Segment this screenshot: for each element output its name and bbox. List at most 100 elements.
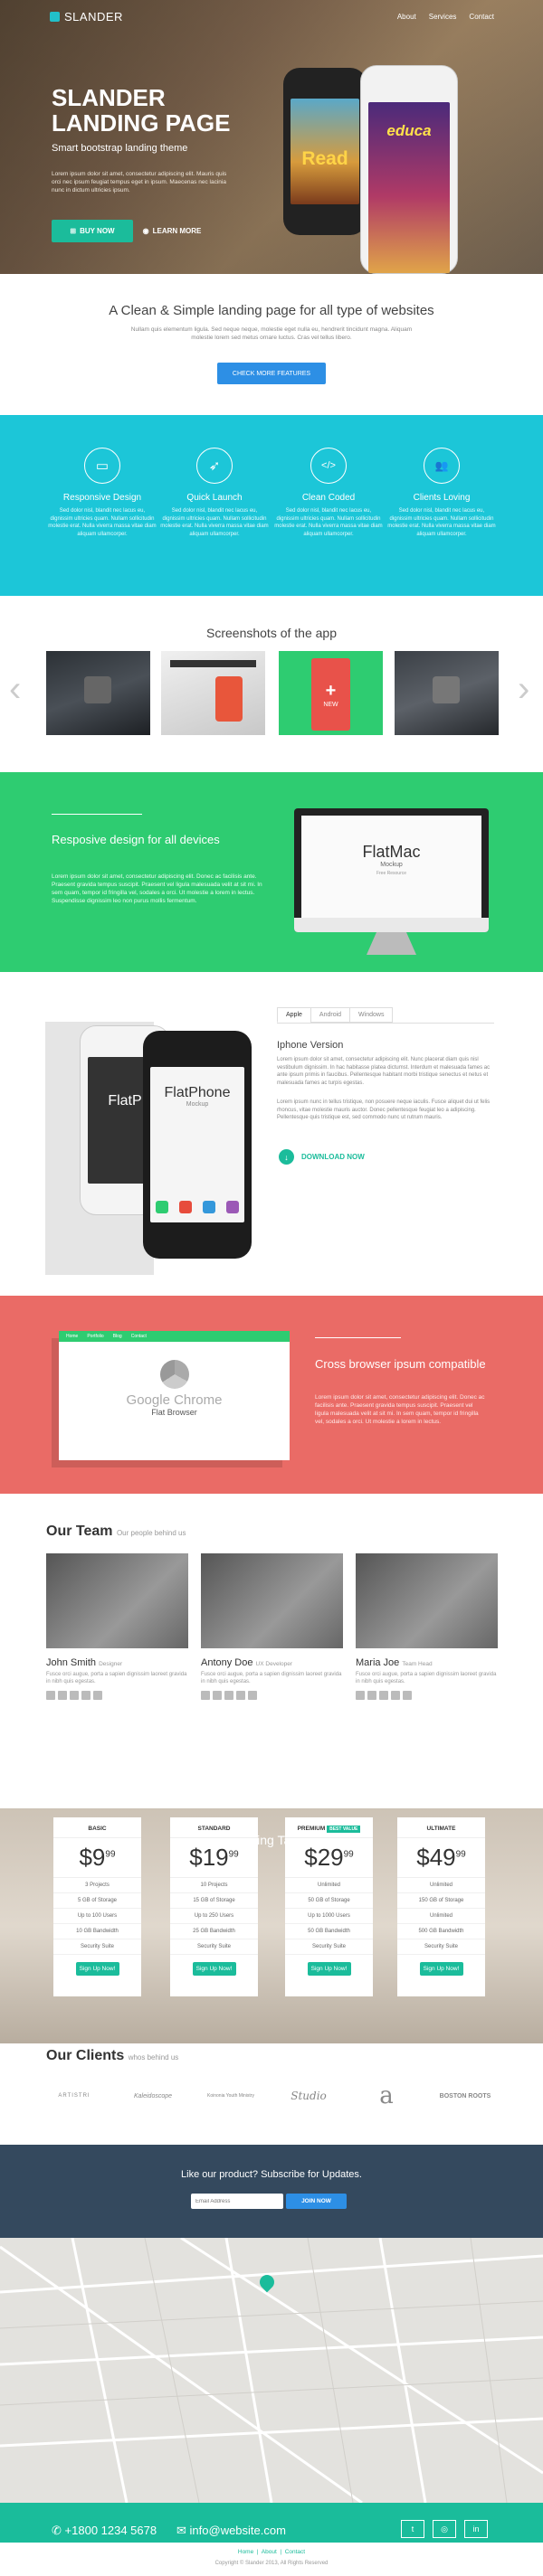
facebook-icon[interactable] <box>46 1691 55 1700</box>
check-features-button[interactable]: CHECK MORE FEATURES <box>217 363 326 384</box>
plan-name: STANDARD <box>170 1820 258 1838</box>
browser-title: Cross browser ipsum compatible <box>315 1357 486 1371</box>
instagram-icon[interactable]: ◎ <box>433 2520 456 2538</box>
browser-nav-blog: Blog <box>112 1334 122 1339</box>
instagram-icon[interactable] <box>403 1691 412 1700</box>
intro-title: A Clean & Simple landing page for all ty… <box>109 303 434 318</box>
screenshot-3[interactable]: + NEW <box>279 651 383 735</box>
linkedin-icon[interactable] <box>70 1691 79 1700</box>
browser-text: Lorem ipsum dolor sit amet, consectetur … <box>315 1394 485 1425</box>
feature-responsive: ▭ Responsive Design Sed dolor nisl, blan… <box>48 448 157 538</box>
phone-sub: Mockup <box>186 1101 209 1108</box>
plan-row: Up to 100 Users <box>53 1909 141 1924</box>
facebook-icon[interactable] <box>356 1691 365 1700</box>
join-now-button[interactable]: JOIN NOW <box>286 2194 347 2209</box>
client-logo-boston-roots: BOSTON ROOTS <box>439 2092 491 2099</box>
intro-text: Nullam quis elementum ligula. Sed neque … <box>130 326 413 341</box>
linkedin-icon[interactable]: in <box>464 2520 488 2538</box>
plan-price: $1999 <box>170 1838 258 1878</box>
map-section[interactable] <box>0 2238 543 2503</box>
google-plus-icon[interactable] <box>367 1691 376 1700</box>
new-app-screen: + NEW <box>311 658 350 731</box>
twitter-icon[interactable] <box>236 1691 245 1700</box>
buy-now-button[interactable]: ⊞ BUY NOW <box>52 220 133 242</box>
plan-basic: BASIC $999 3 Projects 5 GB of Storage Up… <box>53 1817 141 1996</box>
hero-subtitle: Smart bootstrap landing theme <box>52 143 188 154</box>
instagram-icon[interactable] <box>248 1691 257 1700</box>
responsive-title: Resposive design for all devices <box>52 833 220 846</box>
tab-apple[interactable]: Apple <box>277 1007 311 1023</box>
linkedin-icon[interactable] <box>379 1691 388 1700</box>
platform-tabs: Apple Android Windows <box>277 1007 394 1023</box>
social-links <box>356 1691 498 1700</box>
rocket-icon: ➶ <box>196 448 233 484</box>
team-subtitle: Our people behind us <box>116 1529 186 1537</box>
main-nav: About Services Contact <box>397 13 494 21</box>
learn-more-button[interactable]: ◉ LEARN MORE <box>138 220 205 242</box>
footer-link-home[interactable]: Home <box>238 2549 253 2555</box>
plan-row: 500 GB Bandwidth <box>397 1924 485 1939</box>
email-input[interactable] <box>191 2194 283 2209</box>
carousel-prev-icon[interactable]: ‹ <box>9 671 21 707</box>
twitter-icon[interactable] <box>81 1691 90 1700</box>
footer-link-contact[interactable]: Contact <box>285 2549 305 2555</box>
plan-row: Unlimited <box>285 1878 373 1893</box>
plan-row: Security Suite <box>285 1939 373 1955</box>
contact-phone: ✆ +1800 1234 5678 <box>52 2524 157 2537</box>
browser-mockup: Home Portfolio Blog Contact Google Chrom… <box>59 1331 290 1460</box>
download-icon: ↓ <box>279 1149 294 1165</box>
tab-android[interactable]: Android <box>310 1007 351 1023</box>
plan-row: 150 GB of Storage <box>397 1893 485 1909</box>
screenshot-4[interactable] <box>395 651 499 735</box>
sign-up-button[interactable]: Sign Up Now! <box>419 1962 463 1976</box>
imac-screen: FlatMac Mockup Free Resource <box>301 816 481 918</box>
chrome-title: Google Chrome <box>126 1392 223 1408</box>
twitter-icon[interactable] <box>391 1691 400 1700</box>
plan-row: Security Suite <box>53 1939 141 1955</box>
facebook-icon[interactable] <box>201 1691 210 1700</box>
nav-services[interactable]: Services <box>429 13 457 21</box>
plan-row: 50 GB Bandwidth <box>285 1924 373 1939</box>
tab-windows[interactable]: Windows <box>349 1007 394 1023</box>
phone-app-title-right: educa <box>386 122 432 139</box>
plan-name: ULTIMATE <box>397 1820 485 1838</box>
iphone-text-2: Lorem ipsum nunc in tellus tristique, no… <box>277 1099 491 1120</box>
nav-about[interactable]: About <box>397 13 416 21</box>
instagram-icon[interactable] <box>93 1691 102 1700</box>
black-phone-screen: FlatPhone Mockup <box>150 1067 244 1222</box>
screenshot-1[interactable] <box>46 651 150 735</box>
mail-icon: ✉ <box>176 2524 186 2537</box>
info-icon: ◉ <box>142 227 149 235</box>
contact-email[interactable]: ✉ info@website.com <box>176 2524 286 2538</box>
feature-text: Sed dolor nisl, blandit nec lacus eu, di… <box>274 508 383 537</box>
hero-text: Lorem ipsum dolor sit amet, consectetur … <box>52 171 227 193</box>
download-now-button[interactable]: ↓ DOWNLOAD NOW <box>279 1149 365 1165</box>
member-text: Fusce orci augue, porta a sapien digniss… <box>46 1672 187 1684</box>
footer-link-about[interactable]: About <box>262 2549 277 2555</box>
sign-up-button[interactable]: Sign Up Now! <box>192 1962 236 1976</box>
linkedin-icon[interactable] <box>224 1691 233 1700</box>
screenshot-2[interactable] <box>161 651 265 735</box>
sign-up-button[interactable]: Sign Up Now! <box>75 1962 119 1976</box>
screenshot-phone <box>215 676 243 722</box>
twitter-icon[interactable]: t <box>401 2520 424 2538</box>
google-plus-icon[interactable] <box>213 1691 222 1700</box>
client-logo-koinonia: Koinonia Youth Ministry <box>207 2093 254 2099</box>
plan-row: Unlimited <box>397 1909 485 1924</box>
best-value-badge: BEST VALUE <box>327 1826 361 1833</box>
site-logo[interactable]: SLANDER <box>50 10 123 24</box>
feature-text: Sed dolor nisl, blandit nec lacus eu, di… <box>160 508 269 537</box>
team-member-antony: Antony Doe UX Developer Fusce orci augue… <box>201 1553 343 1700</box>
client-logo-a: a <box>379 2082 394 2109</box>
responsive-section: Resposive design for all devices Lorem i… <box>0 772 543 972</box>
member-name: Antony Doe <box>201 1657 253 1668</box>
nav-contact[interactable]: Contact <box>469 13 494 21</box>
team-title: Our Team Our people behind us <box>46 1524 186 1539</box>
new-label: NEW <box>323 702 338 708</box>
carousel-next-icon[interactable]: › <box>518 671 529 707</box>
feature-clean-coded: </> Clean Coded Sed dolor nisl, blandit … <box>274 448 383 538</box>
app-icon <box>433 676 460 703</box>
imac-mockup: FlatMac Mockup Free Resource <box>294 808 489 932</box>
google-plus-icon[interactable] <box>58 1691 67 1700</box>
sign-up-button[interactable]: Sign Up Now! <box>307 1962 351 1976</box>
